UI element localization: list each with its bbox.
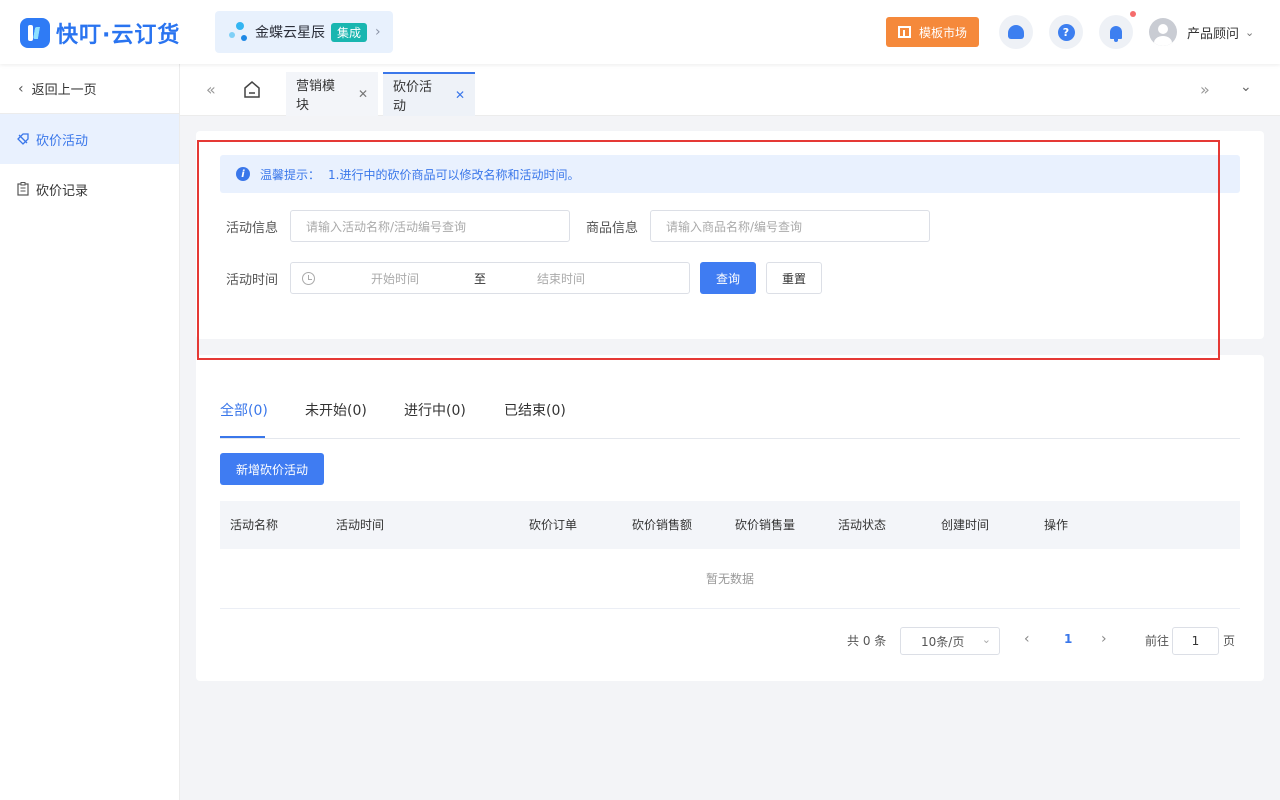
top-header: 快叮·云订货 金蝶云星辰 集成 › 模板市场 ? 产品顾问 ⌄: [0, 0, 1280, 64]
user-menu[interactable]: 产品顾问 ⌄: [1149, 18, 1254, 46]
column-header: 活动名称: [230, 518, 279, 532]
scroll-right-icon[interactable]: »: [1200, 80, 1210, 99]
status-tabs: 全部(0) 未开始(0) 进行中(0) 已结束(0): [220, 392, 1240, 439]
page-tabs-bar: « 营销模块 ✕ 砍价活动 ✕ » ⌄: [180, 64, 1280, 116]
integration-name: 金蝶云星辰: [255, 25, 325, 41]
tab-marketing-module[interactable]: 营销模块 ✕: [286, 72, 378, 116]
chevron-down-icon[interactable]: ⌄: [1240, 79, 1252, 95]
page-size-value: 10条/页: [921, 634, 965, 649]
help-button[interactable]: ?: [1049, 15, 1083, 49]
back-link[interactable]: ‹ 返回上一页: [0, 64, 179, 114]
logo-text: 快叮·云订货: [56, 23, 181, 48]
app-logo[interactable]: 快叮·云订货: [20, 17, 180, 49]
tab-in-progress[interactable]: 进行中(0): [404, 400, 466, 420]
sidebar-item-bargain-activity[interactable]: 砍价活动: [0, 114, 179, 164]
avatar: [1149, 18, 1177, 46]
current-page-number[interactable]: 1: [1064, 632, 1072, 646]
logo-icon: [20, 18, 50, 48]
headset-icon: [1008, 25, 1024, 39]
prev-page-icon[interactable]: ‹: [1024, 631, 1030, 647]
page-suffix: 页: [1223, 634, 1236, 648]
goto-label: 前往: [1145, 634, 1170, 648]
column-header: 砍价订单: [529, 518, 578, 532]
scroll-left-icon[interactable]: «: [206, 80, 216, 99]
column-header: 砍价销售量: [735, 518, 796, 532]
customer-service-button[interactable]: [999, 15, 1033, 49]
chevron-down-icon: ⌄: [981, 633, 991, 646]
notification-dot: [1130, 11, 1136, 17]
tab-not-started[interactable]: 未开始(0): [305, 400, 367, 420]
tag-icon: [16, 132, 30, 146]
sidebar-item-bargain-records[interactable]: 砍价记录: [0, 164, 179, 214]
kingdee-logo-icon: [229, 21, 251, 43]
active-tab-indicator: [220, 436, 265, 438]
table-header: 活动名称 活动时间 砍价订单 砍价销售额 砍价销售量 活动状态 创建时间 操作: [220, 501, 1240, 549]
clipboard-icon: [16, 182, 30, 196]
chevron-down-icon: ⌄: [1245, 25, 1255, 39]
user-name: 产品顾问: [1187, 26, 1240, 42]
column-header: 活动时间: [336, 518, 385, 532]
tab-bargain-activity[interactable]: 砍价活动 ✕: [383, 72, 475, 116]
chevron-right-icon: ›: [375, 24, 381, 40]
empty-state: 暂无数据: [220, 549, 1240, 609]
tab-label: 砍价活动: [393, 80, 433, 114]
back-label: 返回上一页: [31, 83, 97, 98]
bell-icon: [1110, 25, 1122, 42]
goto-page-input[interactable]: 1: [1172, 627, 1219, 655]
integration-switcher[interactable]: 金蝶云星辰 集成 ›: [215, 11, 393, 53]
sidebar: ‹ 返回上一页 砍价活动 砍价记录: [0, 64, 180, 800]
sidebar-item-label: 砍价活动: [36, 133, 89, 149]
pagination-total: 共 0 条: [847, 634, 887, 648]
question-icon: ?: [1057, 23, 1075, 41]
tab-all[interactable]: 全部(0): [220, 400, 268, 420]
template-icon: [897, 26, 911, 38]
close-icon[interactable]: ✕: [358, 87, 368, 101]
template-market-label: 模板市场: [918, 25, 967, 40]
column-header: 操作: [1044, 518, 1069, 532]
highlight-annotation: [197, 140, 1220, 360]
notifications-button[interactable]: [1099, 15, 1133, 49]
add-bargain-activity-button[interactable]: 新增砍价活动: [220, 453, 324, 485]
integration-badge: 集成: [331, 22, 368, 42]
page-size-select[interactable]: 10条/页 ⌄: [900, 627, 1000, 655]
column-header: 砍价销售额: [632, 518, 693, 532]
column-header: 创建时间: [941, 518, 990, 532]
tab-ended[interactable]: 已结束(0): [504, 400, 566, 420]
home-icon[interactable]: [243, 80, 261, 99]
column-header: 活动状态: [838, 518, 887, 532]
close-icon[interactable]: ✕: [455, 88, 465, 102]
tab-label: 营销模块: [296, 79, 336, 113]
next-page-icon[interactable]: ›: [1101, 631, 1107, 647]
template-market-button[interactable]: 模板市场: [886, 17, 979, 47]
chevron-left-icon: ‹: [18, 80, 24, 97]
sidebar-item-label: 砍价记录: [36, 183, 89, 199]
